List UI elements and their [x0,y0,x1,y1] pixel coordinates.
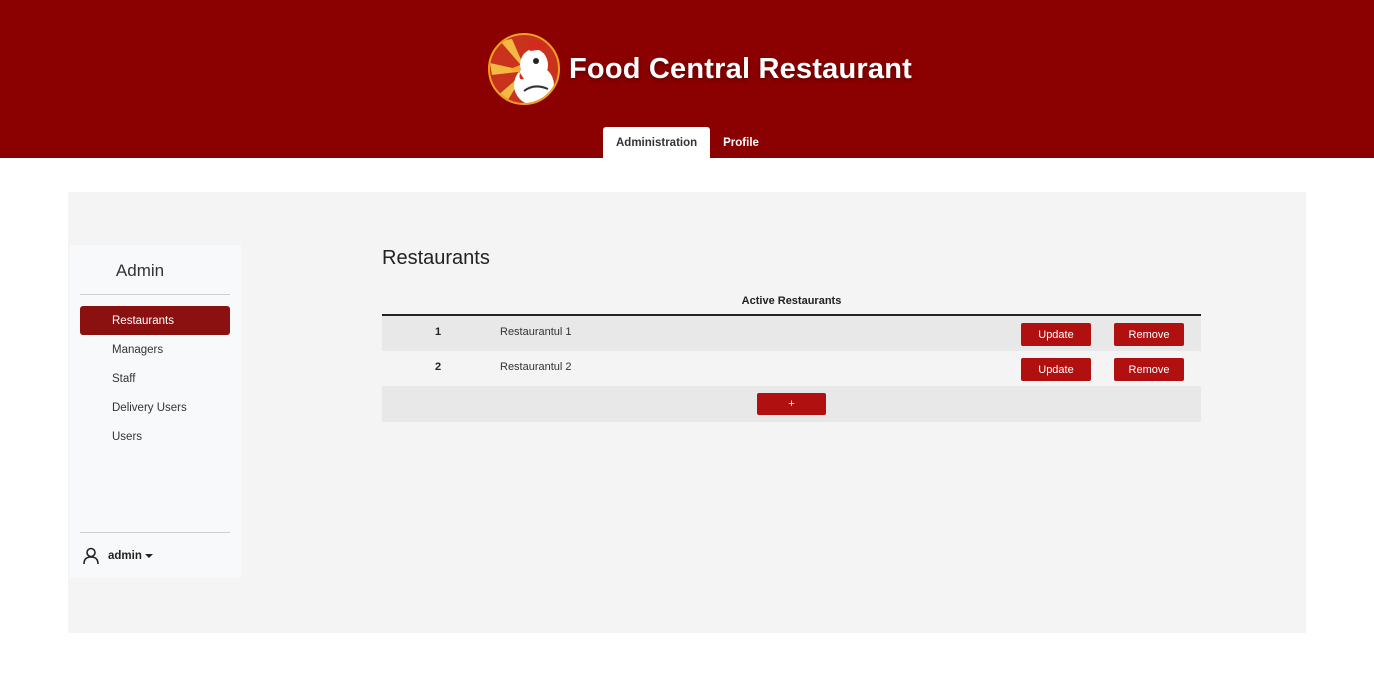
page-title: Restaurants [382,247,490,269]
sidebar-divider-top [80,294,230,295]
restaurant-name: Restaurantul 1 [500,326,572,338]
tab-profile[interactable]: Profile [710,127,772,158]
sidebar-item-delivery-users[interactable]: Delivery Users [80,393,230,422]
chevron-down-icon [144,554,153,558]
sidebar-item-managers[interactable]: Managers [80,335,230,364]
update-button[interactable]: Update [1021,358,1091,381]
add-restaurant-button[interactable]: + [757,393,826,415]
tab-administration[interactable]: Administration [603,127,711,158]
sidebar: Admin Restaurants Managers Staff Deliver… [70,245,241,578]
update-button[interactable]: Update [1021,323,1091,346]
user-menu[interactable]: admin [82,547,153,565]
restaurants-table: Active Restaurants 1 Restaurantul 1 Upda… [382,288,1201,422]
rooster-mascot-icon [488,33,560,105]
header: Food Central Restaurant Administration P… [0,0,1374,158]
top-tabs: Administration Profile [603,127,772,158]
sidebar-item-restaurants[interactable]: Restaurants [80,306,230,335]
sidebar-item-staff[interactable]: Staff [80,364,230,393]
user-icon [83,547,99,565]
add-row: + [382,386,1201,422]
table-row: 2 Restaurantul 2 Update Remove [382,351,1201,386]
sidebar-title: Admin [115,261,165,280]
brand[interactable]: Food Central Restaurant [488,33,912,105]
sidebar-nav: Restaurants Managers Staff Delivery User… [80,306,230,451]
restaurant-name: Restaurantul 2 [500,361,572,373]
remove-button[interactable]: Remove [1114,358,1184,381]
sidebar-divider-bottom [80,532,230,533]
table-row: 1 Restaurantul 1 Update Remove [382,316,1201,351]
brand-title: Food Central Restaurant [569,52,912,85]
restaurant-id: 2 [434,361,442,373]
table-heading: Active Restaurants [382,288,1201,316]
remove-button[interactable]: Remove [1114,323,1184,346]
user-name: admin [108,550,142,562]
restaurant-id: 1 [434,326,442,338]
sidebar-item-users[interactable]: Users [80,422,230,451]
